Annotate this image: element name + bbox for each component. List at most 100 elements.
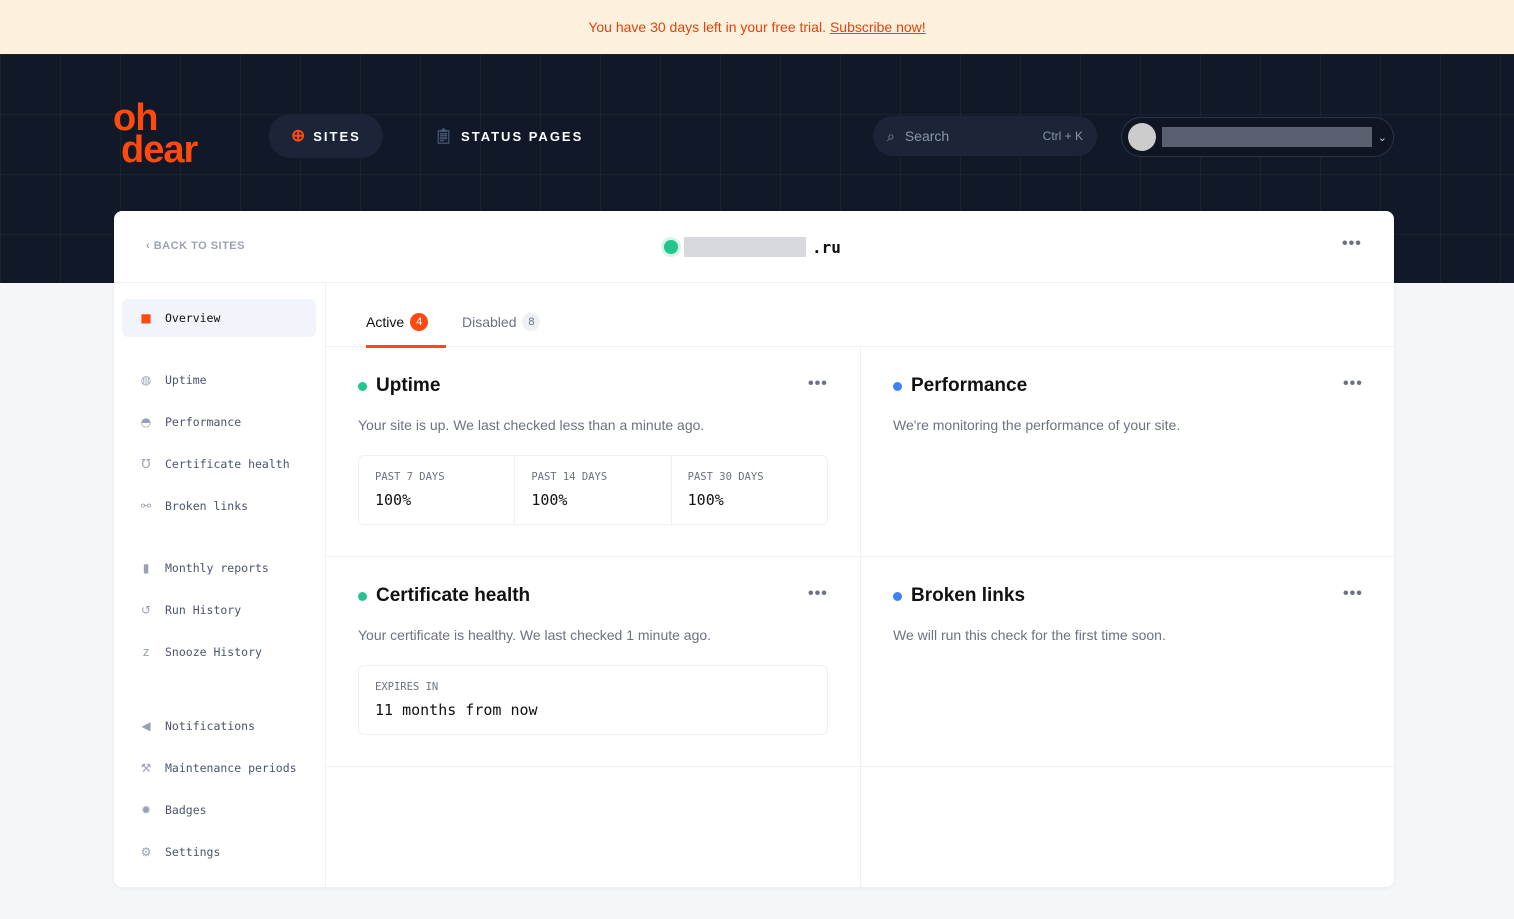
sidebar-item-uptime[interactable]: ◍ Uptime (122, 361, 316, 399)
stat-label: PAST 14 DAYS (531, 471, 608, 483)
stat-value: 100% (375, 491, 412, 509)
document-icon: ▮ (142, 561, 150, 575)
sidebar-item-monthly-reports[interactable]: ▮ Monthly reports (122, 549, 316, 587)
stat: PAST 14 DAYS 100% (515, 456, 672, 524)
tab-label: Disabled (462, 314, 517, 330)
certificate-stats: EXPIRES IN 11 months from now (358, 665, 828, 735)
sidebar-item-notifications[interactable]: ◀ Notifications (122, 707, 316, 745)
more-options-icon[interactable]: ••• (1342, 235, 1362, 253)
more-options-icon[interactable]: ••• (1343, 375, 1363, 393)
sidebar-item-label: Maintenance periods (165, 761, 297, 775)
title-text: Performance (911, 375, 1028, 396)
redacted-username (1162, 127, 1372, 147)
sidebar-item-maintenance-periods[interactable]: ⚒ Maintenance periods (122, 749, 316, 787)
search-icon: ⌕ (887, 127, 895, 144)
globe-icon: ⊕ (291, 126, 306, 145)
performance-panel: Performance ••• We're monitoring the per… (860, 347, 1394, 557)
panel-description: Your site is up. We last checked less th… (358, 417, 705, 433)
count-badge: 8 (522, 313, 541, 331)
tab-label: Active (366, 314, 405, 330)
megaphone-icon: ◀ (141, 719, 151, 733)
more-options-icon[interactable]: ••• (808, 585, 828, 603)
user-menu[interactable]: ⌄ (1121, 117, 1394, 157)
site-header: ‹ BACK TO SITES .ru ••• (114, 211, 1394, 283)
back-label: BACK TO SITES (153, 240, 245, 252)
sidebar-item-settings[interactable]: ⚙ Settings (122, 833, 316, 871)
sidebar-item-run-history[interactable]: ↺ Run History (122, 591, 316, 629)
history-icon: ↺ (140, 603, 152, 617)
logo[interactable]: oh dear (113, 99, 198, 171)
sidebar-item-label: Broken links (165, 499, 249, 513)
gauge-icon: ◓ (140, 415, 152, 429)
subscribe-link[interactable]: Subscribe now! (830, 19, 926, 35)
nav-label: STATUS PAGES (461, 128, 584, 144)
nav-status-pages[interactable]: 📋︎ STATUS PAGES (412, 114, 605, 158)
status-dot (664, 240, 678, 254)
sidebar-item-badges[interactable]: ✹ Badges (122, 791, 316, 829)
sidebar-item-label: Settings (165, 845, 221, 859)
stat-value: 100% (687, 491, 724, 509)
status-dot (893, 381, 902, 391)
clipboard-icon: 📋︎ (434, 128, 454, 145)
search-shortcut: Ctrl + K (1042, 129, 1083, 143)
panel-title[interactable]: Performance (893, 375, 1027, 397)
sidebar-item-label: Snooze History (165, 645, 262, 659)
more-options-icon[interactable]: ••• (808, 375, 828, 393)
stat-label: PAST 30 DAYS (687, 471, 764, 483)
sidebar-item-label: Overview (165, 311, 221, 325)
main-content: Active 4 Disabled 8 Uptime ••• Your site i… (326, 283, 1394, 887)
sidebar-item-performance[interactable]: ◓ Performance (122, 403, 316, 441)
nav-label: SITES (313, 128, 361, 144)
more-options-icon[interactable]: ••• (1343, 585, 1363, 603)
stat: PAST 7 DAYS 100% (359, 456, 516, 524)
stat: PAST 30 DAYS 100% (672, 456, 827, 524)
search-input[interactable]: ⌕ Search Ctrl + K (873, 116, 1097, 156)
back-to-sites-link[interactable]: ‹ BACK TO SITES (146, 240, 245, 252)
tab-active[interactable]: Active 4 (366, 313, 446, 348)
broken-links-panel: Broken links ••• We will run this check … (860, 557, 1394, 767)
certificate-panel: Certificate health ••• Your certificate … (326, 557, 860, 767)
stat-value: 100% (531, 491, 568, 509)
stat: EXPIRES IN 11 months from now (359, 666, 827, 734)
site-card: ‹ BACK TO SITES .ru ••• ■ Overview ◍ Uptim… (114, 211, 1394, 887)
check-tabs: Active 4 Disabled 8 (326, 283, 1394, 348)
sidebar-item-label: Performance (165, 415, 242, 429)
panel-title[interactable]: Broken links (893, 585, 1025, 607)
sidebar-item-certificate-health[interactable]: Ʊ Certificate health (122, 445, 316, 483)
search-placeholder: Search (904, 128, 950, 144)
sidebar-item-broken-links[interactable]: ⚯ Broken links (122, 487, 316, 525)
title-text: Broken links (911, 585, 1026, 606)
gears-icon: ⚙ (140, 845, 152, 859)
sidebar-item-label: Run History (165, 603, 242, 617)
wrench-icon: ⚒ (140, 761, 152, 775)
avatar (1128, 123, 1156, 151)
sidebar-item-overview[interactable]: ■ Overview (122, 299, 316, 337)
status-dot (893, 591, 902, 601)
sidebar-item-snooze-history[interactable]: z Snooze History (122, 633, 316, 671)
grid-icon: ■ (140, 311, 152, 325)
sidebar-item-label: Certificate health (165, 457, 290, 471)
title-text: Certificate health (376, 585, 531, 606)
stat-label: EXPIRES IN (375, 681, 439, 693)
site-title: .ru (664, 237, 841, 257)
title-text: Uptime (376, 375, 441, 396)
chevron-down-icon: ⌄ (1377, 131, 1387, 144)
sidebar-item-label: Badges (165, 803, 207, 817)
panel-title[interactable]: Certificate health (358, 585, 530, 607)
status-dot (358, 591, 367, 601)
column-divider (860, 767, 861, 887)
logo-line: dear (121, 129, 198, 171)
nav-sites[interactable]: ⊕ SITES (269, 114, 383, 158)
sidebar-item-label: Notifications (165, 719, 256, 733)
domain-suffix: .ru (812, 237, 841, 257)
sidebar-item-label: Monthly reports (165, 561, 269, 575)
panel-description: Your certificate is healthy. We last che… (358, 627, 712, 643)
count-badge: 4 (410, 313, 429, 331)
badge-icon: ✹ (140, 803, 152, 817)
sidebar: ■ Overview ◍ Uptime ◓ Performance Ʊ Certific… (114, 283, 326, 887)
panel-description: We're monitoring the performance of your… (893, 417, 1181, 433)
status-dot (358, 381, 367, 391)
uptime-stats: PAST 7 DAYS 100% PAST 14 DAYS 100% PAST 30… (358, 455, 828, 525)
panel-title[interactable]: Uptime (358, 375, 440, 397)
tab-disabled[interactable]: Disabled 8 (462, 313, 541, 331)
